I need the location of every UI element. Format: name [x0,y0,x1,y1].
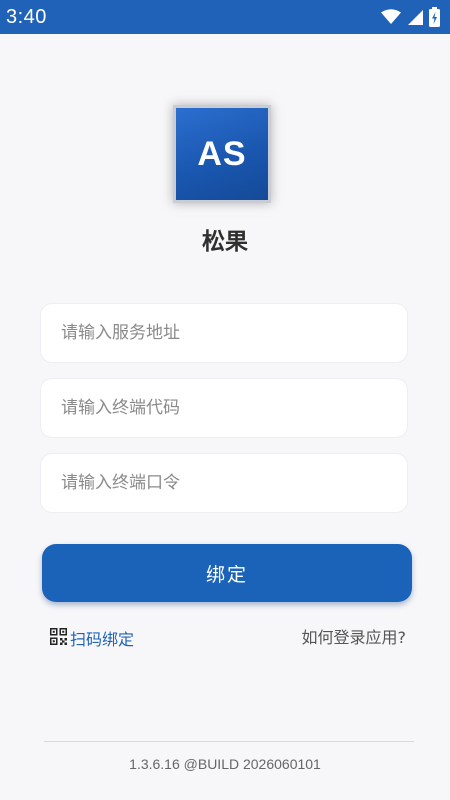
version-text: 1.3.6.16 @BUILD 2026060101 [129,756,321,772]
login-screen: 3:40 AS 松果 绑定 [0,0,450,800]
qr-code-icon [50,627,67,649]
app-name: 松果 [202,229,248,255]
battery-charging-icon [429,7,440,27]
cellular-signal-icon [407,9,423,25]
status-icons [381,7,440,27]
scan-bind-label: 扫码绑定 [70,630,135,649]
scan-bind-link[interactable]: 扫码绑定 [50,626,134,650]
status-time: 3:40 [6,5,47,28]
app-logo: AS [176,108,268,200]
service-address-input[interactable] [40,303,408,363]
footer-divider [44,741,414,742]
logo-text: AS [197,134,247,173]
login-help-link[interactable]: 如何登录应用? [302,624,407,648]
status-bar: 3:40 [0,0,450,34]
bind-button[interactable]: 绑定 [42,544,412,602]
wifi-icon [381,9,401,25]
terminal-password-input[interactable] [40,453,408,513]
terminal-code-input[interactable] [40,378,408,438]
